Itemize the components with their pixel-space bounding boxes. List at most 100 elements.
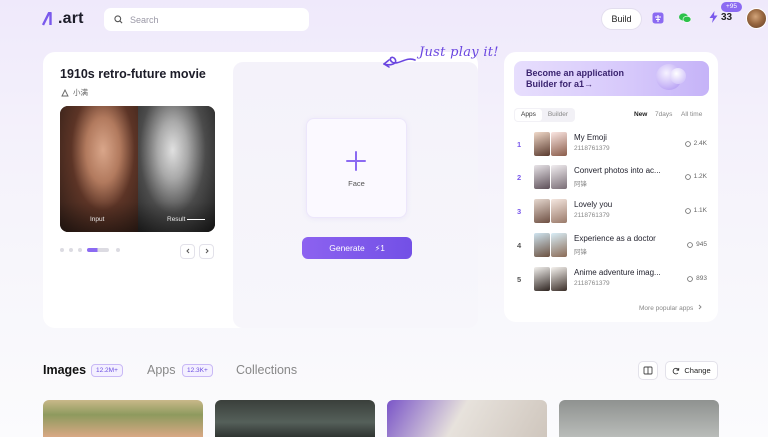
logo-text: .art <box>58 10 84 27</box>
app-thumbnail <box>551 267 567 291</box>
carousel-dot-active[interactable] <box>87 248 109 252</box>
gallery-image[interactable] <box>559 400 719 437</box>
preview-image[interactable]: Input Result <box>60 106 215 232</box>
app-name: Convert photos into ac... <box>574 166 661 175</box>
tab-collections[interactable]: Collections <box>236 363 297 377</box>
filter-7days[interactable]: 7days <box>655 111 672 118</box>
list-item[interactable]: 4 Experience as a doctor 阿锋 945 <box>514 232 710 260</box>
app-use-count: 2.4K <box>684 140 707 147</box>
result-label: Result <box>167 216 186 223</box>
generate-button[interactable]: Generate ⚡1 <box>302 237 412 259</box>
preview-shade <box>60 202 215 232</box>
list-item[interactable]: 3 Lovely you 2118761379 1.1K <box>514 198 710 226</box>
avatar[interactable] <box>746 8 767 29</box>
app-thumbnail <box>551 165 567 189</box>
app-use-count-value: 1.1K <box>693 207 707 214</box>
app-thumbnail <box>551 233 567 257</box>
more-popular-apps-label: More popular apps <box>639 305 694 312</box>
prev-button[interactable] <box>180 244 195 259</box>
curly-arrow-icon <box>383 56 416 68</box>
tab-builder[interactable]: Builder <box>542 109 574 121</box>
logo[interactable]: .art <box>42 9 84 29</box>
carousel-dots <box>60 248 125 252</box>
arrow-right-icon <box>187 219 205 220</box>
app-use-count: 945 <box>687 241 707 248</box>
carousel-dot[interactable] <box>116 248 120 252</box>
chevron-left-icon <box>185 248 189 254</box>
change-button[interactable]: Change <box>665 361 718 380</box>
lightning-icon <box>709 11 718 23</box>
app-thumbnails <box>534 165 568 189</box>
columns-icon <box>643 366 653 375</box>
template-author[interactable]: 小满 <box>61 87 88 98</box>
chat-bubble-icon <box>687 275 693 282</box>
energy-balance[interactable]: 33 <box>709 11 732 23</box>
more-popular-apps-link[interactable]: More popular apps <box>639 304 703 312</box>
chat-bubble-icon <box>684 140 691 147</box>
build-button[interactable]: Build <box>602 9 641 29</box>
gift-icon[interactable] <box>651 11 665 25</box>
gallery-image[interactable] <box>43 400 203 437</box>
app-author: 2118761379 <box>574 145 610 152</box>
generate-cost: ⚡1 <box>374 243 385 253</box>
app-use-count-value: 2.4K <box>693 140 707 147</box>
face-label: Face <box>348 179 365 188</box>
carousel-dot[interactable] <box>78 248 82 252</box>
app-name: Anime adventure imag... <box>574 268 661 277</box>
change-label: Change <box>684 366 711 375</box>
app-name: My Emoji <box>574 133 607 142</box>
layout-toggle-button[interactable] <box>638 361 658 380</box>
ranking-segment: Apps Builder <box>514 108 576 122</box>
chevron-right-icon <box>698 304 702 310</box>
tab-apps-section[interactable]: Apps <box>147 363 176 377</box>
app-thumbnail <box>534 267 550 291</box>
list-item[interactable]: 1 My Emoji 2118761379 2.4K <box>514 131 710 159</box>
chat-bubble-icon <box>684 207 691 214</box>
filter-new[interactable]: New <box>634 111 647 118</box>
images-count-badge: 12.2M+ <box>91 364 123 377</box>
rank-number: 1 <box>517 140 522 149</box>
app-thumbnail <box>534 233 550 257</box>
gallery-image[interactable] <box>387 400 547 437</box>
search-input[interactable]: Search <box>104 8 309 31</box>
list-item[interactable]: 5 Anime adventure imag... 2118761379 893 <box>514 266 710 294</box>
carousel-dot[interactable] <box>69 248 73 252</box>
logo-mark-icon <box>42 12 52 26</box>
app-use-count-value: 893 <box>696 275 707 282</box>
app-name: Experience as a doctor <box>574 234 656 243</box>
author-name: 小满 <box>73 88 88 97</box>
tab-images[interactable]: Images <box>43 363 86 377</box>
app-use-count: 1.2K <box>684 173 707 180</box>
filter-all-time[interactable]: All time <box>681 111 702 118</box>
chat-bubble-icon <box>687 241 693 248</box>
next-button[interactable] <box>199 244 214 259</box>
carousel-dot[interactable] <box>60 248 64 252</box>
energy-count: 33 <box>721 11 733 23</box>
tab-apps[interactable]: Apps <box>515 109 542 121</box>
plus-icon <box>346 151 366 171</box>
rank-number: 2 <box>517 173 522 182</box>
app-thumbnail <box>534 199 550 223</box>
author-icon <box>61 88 69 96</box>
list-item[interactable]: 2 Convert photos into ac... 阿锋 1.2K <box>514 164 710 192</box>
app-author: 阿锋 <box>574 181 587 188</box>
chevron-right-icon <box>205 248 209 254</box>
wechat-icon[interactable] <box>678 11 692 25</box>
generate-cost-value: 1 <box>380 243 385 253</box>
app-name: Lovely you <box>574 200 613 209</box>
builder-banner-text: Become an application Builder for a1→ <box>526 68 625 89</box>
rank-number: 5 <box>517 275 522 284</box>
tagline: Just play it! <box>419 45 499 60</box>
rank-number: 4 <box>517 241 522 250</box>
gallery-image[interactable] <box>215 400 375 437</box>
app-use-count: 1.1K <box>684 207 707 214</box>
app-thumbnail <box>534 132 550 156</box>
chat-bubble-icon <box>684 173 691 180</box>
app-thumbnails <box>534 267 568 291</box>
search-placeholder: Search <box>130 14 159 25</box>
app-thumbnail <box>534 165 550 189</box>
app-thumbnail <box>551 199 567 223</box>
search-icon <box>114 15 123 24</box>
app-author: 阿锋 <box>574 249 587 256</box>
app-thumbnails <box>534 132 568 156</box>
